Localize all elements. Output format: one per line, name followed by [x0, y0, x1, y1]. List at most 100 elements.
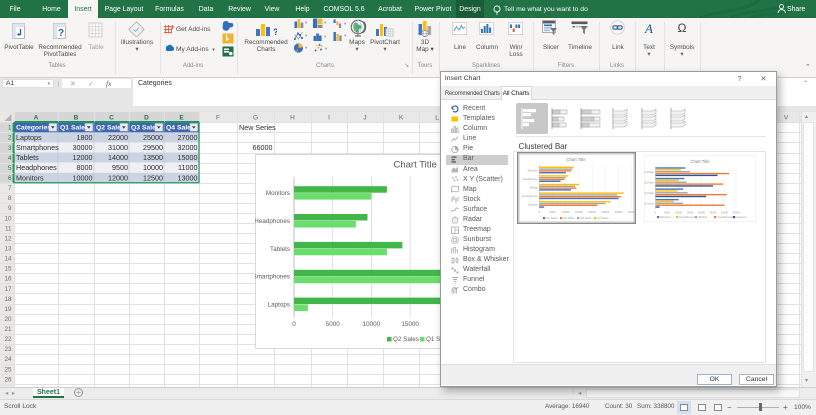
svg-text:15000: 15000 [686, 211, 694, 215]
svg-text:32000: 32000 [178, 143, 198, 152]
svg-text:Smartphones: Smartphones [255, 274, 290, 281]
svg-text:30000: 30000 [615, 210, 623, 214]
svg-text:Monitors: Monitors [266, 190, 290, 197]
svg-text:Q2 Sales: Q2 Sales [393, 336, 419, 343]
svg-text:Monitors: Monitors [528, 168, 539, 172]
svg-text:Smartphones: Smartphones [717, 215, 734, 219]
svg-text:Q4 Sales: Q4 Sales [644, 171, 655, 174]
svg-text:25000: 25000 [709, 211, 717, 215]
svg-text:15: 15 [4, 266, 12, 273]
svg-text:30000: 30000 [73, 143, 93, 152]
svg-text:24: 24 [4, 356, 12, 363]
svg-text:Q1 Sale: Q1 Sale [60, 125, 85, 132]
svg-text:Q1 Sales: Q1 Sales [644, 203, 655, 206]
svg-text:B: B [74, 115, 79, 122]
svg-text:5000: 5000 [326, 321, 341, 328]
svg-text:2: 2 [8, 135, 12, 142]
svg-text:Laptops: Laptops [16, 133, 42, 142]
svg-text:Chart Title: Chart Title [690, 159, 710, 164]
svg-text:K: K [399, 115, 404, 122]
svg-text:11000: 11000 [178, 163, 197, 172]
svg-text:Monitors: Monitors [16, 173, 44, 182]
svg-text:Q2 Sales: Q2 Sales [644, 192, 655, 195]
svg-text:30000: 30000 [721, 211, 729, 215]
svg-text:15000: 15000 [575, 210, 583, 214]
svg-text:16: 16 [4, 276, 12, 283]
svg-text:19: 19 [4, 306, 12, 313]
svg-text:8: 8 [8, 195, 12, 202]
svg-text:Q3 Sales: Q3 Sales [580, 216, 592, 220]
svg-text:31000: 31000 [108, 143, 128, 152]
svg-text:0: 0 [292, 321, 296, 328]
svg-text:F: F [216, 115, 220, 122]
svg-text:Q2 Sale: Q2 Sale [96, 125, 121, 132]
svg-text:20: 20 [4, 316, 12, 323]
svg-text:10000: 10000 [675, 211, 683, 215]
svg-text:11: 11 [5, 225, 12, 232]
svg-text:C: C [109, 115, 114, 122]
svg-text:22000: 22000 [108, 133, 128, 142]
svg-text:V: V [784, 115, 789, 122]
svg-text:Q4 Sale: Q4 Sale [166, 125, 191, 132]
svg-text:A: A [34, 115, 39, 122]
svg-text:23: 23 [4, 346, 12, 353]
svg-text:13500: 13500 [143, 153, 163, 162]
svg-text:4: 4 [8, 155, 12, 162]
svg-text:27000: 27000 [178, 133, 198, 142]
svg-text:18: 18 [4, 296, 12, 303]
svg-text:9: 9 [8, 205, 12, 212]
svg-text:Tablets: Tablets [270, 246, 290, 253]
svg-text:Tablets: Tablets [16, 153, 39, 162]
svg-text:Tablets: Tablets [529, 186, 538, 190]
svg-text:Monitors: Monitors [660, 215, 671, 219]
svg-text:35000: 35000 [732, 211, 740, 215]
svg-text:Headphones: Headphones [523, 177, 539, 181]
svg-text:20000: 20000 [588, 210, 596, 214]
svg-text:Headphones: Headphones [255, 218, 290, 225]
svg-text:12000: 12000 [73, 153, 93, 162]
svg-text:New Series: New Series [239, 123, 276, 132]
svg-text:8000: 8000 [77, 163, 93, 172]
svg-text:J: J [363, 115, 366, 122]
svg-text:17: 17 [4, 286, 12, 293]
svg-text:5000: 5000 [664, 211, 670, 215]
svg-text:14000: 14000 [108, 153, 128, 162]
svg-text:Chart Title: Chart Title [394, 160, 437, 171]
svg-text:25: 25 [4, 366, 12, 373]
svg-text:D: D [144, 115, 149, 122]
svg-text:Q1 Sales: Q1 Sales [546, 216, 558, 220]
svg-text:Smartphones: Smartphones [16, 143, 59, 152]
svg-text:35000: 35000 [628, 210, 636, 214]
svg-text:29500: 29500 [143, 143, 163, 152]
svg-text:I: I [328, 115, 330, 122]
svg-text:20000: 20000 [698, 211, 706, 215]
svg-text:15000: 15000 [401, 321, 419, 328]
svg-text:9500: 9500 [112, 163, 128, 172]
svg-text:Q3 Sales: Q3 Sales [644, 181, 655, 184]
svg-text:1800: 1800 [77, 133, 93, 142]
svg-text:15000: 15000 [178, 153, 198, 162]
svg-text:12: 12 [4, 235, 12, 242]
svg-text:Laptops: Laptops [528, 203, 538, 207]
svg-text:10000: 10000 [73, 173, 93, 182]
svg-text:Tablets: Tablets [698, 215, 707, 219]
svg-text:12000: 12000 [108, 173, 128, 182]
svg-text:Laptops: Laptops [736, 215, 747, 219]
svg-text:G: G [253, 115, 258, 122]
svg-text:Laptops: Laptops [268, 302, 290, 309]
svg-text:66000: 66000 [253, 143, 273, 152]
svg-text:21: 21 [4, 326, 12, 333]
svg-text:10000: 10000 [363, 321, 381, 328]
svg-text:25000: 25000 [602, 210, 610, 214]
svg-text:7: 7 [8, 185, 12, 192]
svg-text:13000: 13000 [178, 173, 198, 182]
svg-text:Headphones: Headphones [16, 163, 57, 172]
svg-text:E: E [179, 115, 184, 122]
svg-text:Q2 Sales: Q2 Sales [563, 216, 575, 220]
svg-text:Chart Title: Chart Title [566, 157, 586, 162]
svg-text:22: 22 [4, 336, 12, 343]
svg-text:12500: 12500 [143, 173, 163, 182]
svg-text:Categories: Categories [16, 125, 51, 132]
svg-text:L: L [435, 115, 439, 122]
svg-text:13: 13 [4, 246, 12, 253]
